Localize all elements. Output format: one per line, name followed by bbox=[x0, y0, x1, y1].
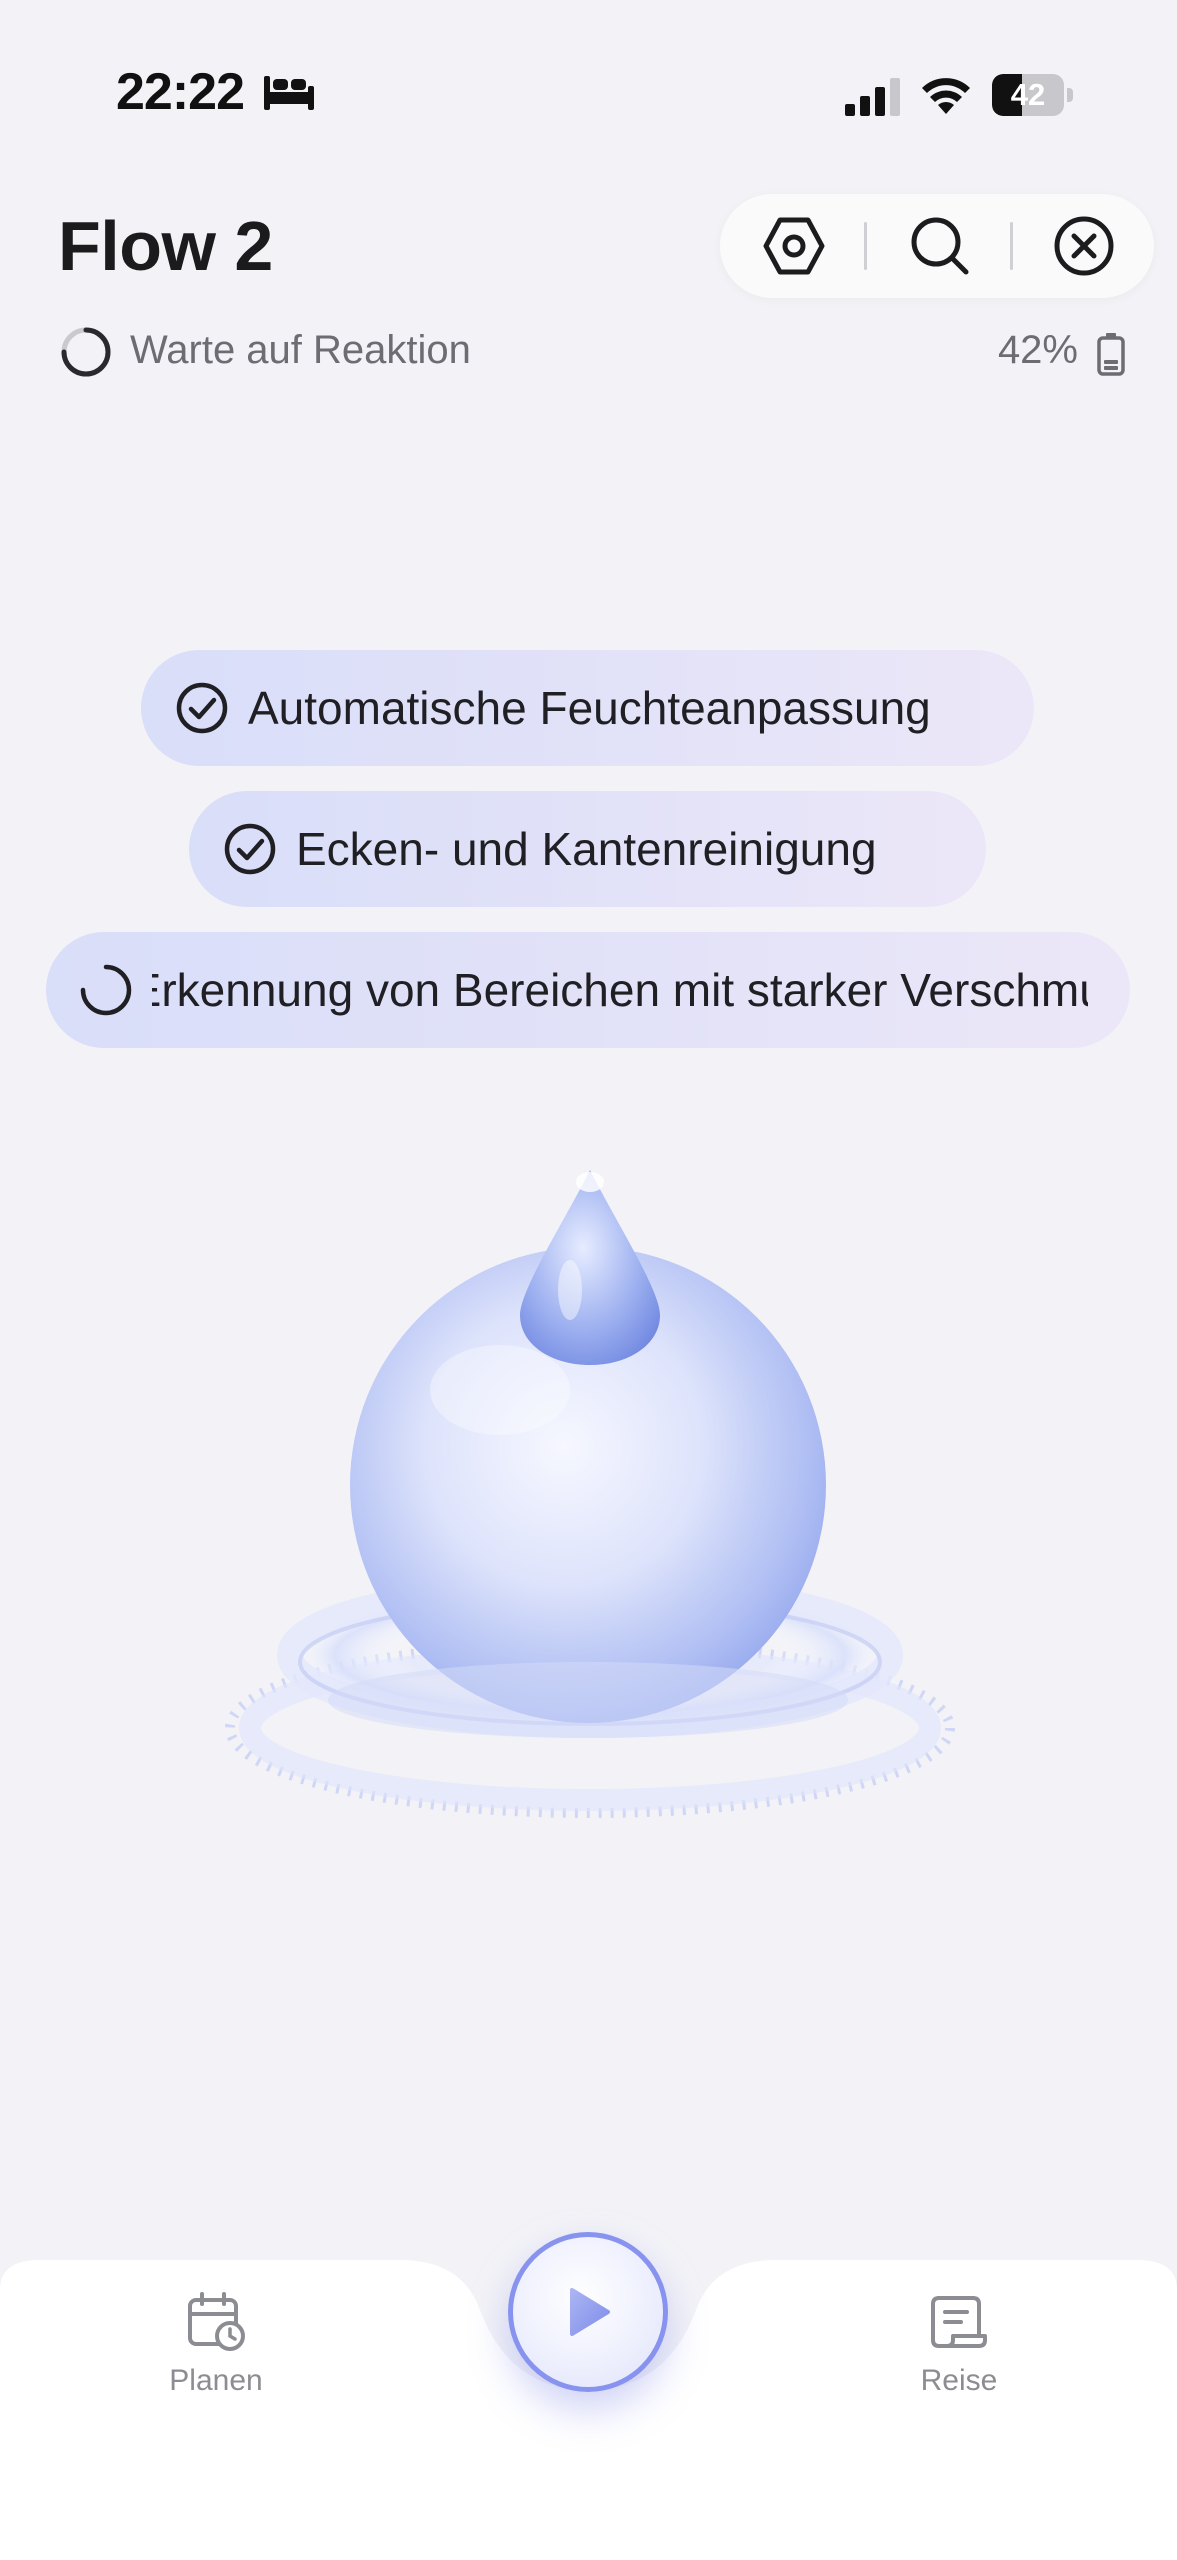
wifi-icon bbox=[922, 78, 970, 114]
nav-plan[interactable]: Planen bbox=[126, 2290, 306, 2398]
water-droplet-illustration bbox=[225, 1170, 955, 1818]
page-title: Flow 2 bbox=[58, 207, 273, 285]
feature-chip-dirt-detection: Erkennung von Bereichen mit starker Vers… bbox=[46, 932, 1130, 1048]
settings-hexagon-icon bbox=[763, 217, 825, 275]
feature-chip-humidity: Automatische Feuchteanpassung bbox=[141, 650, 1034, 766]
header-actions bbox=[720, 194, 1154, 298]
scroll-document-icon bbox=[931, 2296, 987, 2348]
divider bbox=[1010, 222, 1013, 270]
play-icon bbox=[570, 2288, 610, 2336]
battery-percent: 42 bbox=[1010, 77, 1046, 112]
device-battery-level: 42% bbox=[997, 328, 1078, 372]
nav-plan-label: Planen bbox=[169, 2364, 263, 2397]
loading-spinner-icon bbox=[61, 327, 111, 377]
search-button[interactable] bbox=[906, 212, 974, 280]
device-battery-icon bbox=[1097, 333, 1125, 376]
feature-label: Automatische Feuchteanpassung bbox=[248, 682, 931, 734]
battery-icon: 42 bbox=[992, 74, 1074, 116]
cellular-signal-icon bbox=[845, 78, 900, 116]
nav-journey-label: Reise bbox=[920, 2364, 998, 2397]
start-play-button[interactable] bbox=[508, 2232, 668, 2392]
settings-button[interactable] bbox=[760, 212, 828, 280]
nav-journey[interactable]: Reise bbox=[869, 2290, 1049, 2398]
feature-chip-edges: Ecken- und Kantenreinigung bbox=[189, 791, 986, 907]
status-text: Warte auf Reaktion bbox=[130, 328, 471, 372]
check-circle-icon bbox=[224, 823, 276, 875]
feature-marquee: Erkennung von Bereichen mit starker Vers… bbox=[152, 932, 1088, 1048]
calendar-clock-icon bbox=[188, 2292, 245, 2351]
close-icon bbox=[1054, 216, 1114, 276]
feature-label: Ecken- und Kantenreinigung bbox=[296, 823, 877, 875]
feature-label-repeat: Erkennung von Bereichen mit starker Vers… bbox=[152, 964, 1088, 1016]
bed-icon bbox=[264, 76, 314, 110]
check-circle-icon bbox=[176, 682, 228, 734]
divider bbox=[864, 222, 867, 270]
loading-spinner-icon bbox=[80, 964, 132, 1016]
search-icon bbox=[911, 217, 969, 275]
status-time: 22:22 bbox=[116, 63, 245, 121]
close-button[interactable] bbox=[1050, 212, 1118, 280]
